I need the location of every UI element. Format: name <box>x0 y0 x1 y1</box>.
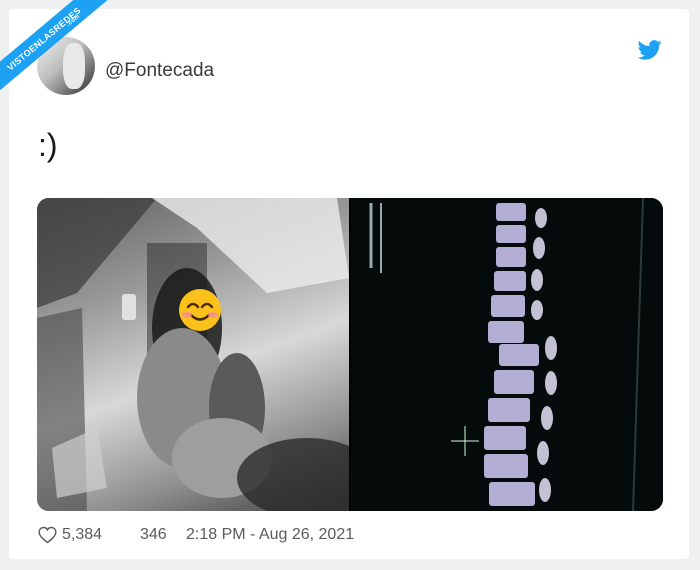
mirror-selfie-illustration <box>37 198 377 511</box>
retweet-count: 346 <box>140 526 167 543</box>
tweet-timestamp[interactable]: 2:18 PM - Aug 26, 2021 <box>186 526 354 544</box>
like-count: 5,384 <box>62 526 103 543</box>
spine-xray-illustration <box>369 198 644 511</box>
user-handle[interactable]: @Fontecada <box>105 60 214 82</box>
heart-icon[interactable] <box>38 526 57 544</box>
smiling-face-emoji <box>179 289 221 331</box>
mirror-selfie-photo[interactable] <box>37 198 377 511</box>
twitter-bird-icon[interactable] <box>638 40 662 60</box>
tweet-media[interactable] <box>37 198 663 511</box>
tweet-text: :) <box>38 127 58 163</box>
spine-scan-photo[interactable] <box>351 198 663 511</box>
